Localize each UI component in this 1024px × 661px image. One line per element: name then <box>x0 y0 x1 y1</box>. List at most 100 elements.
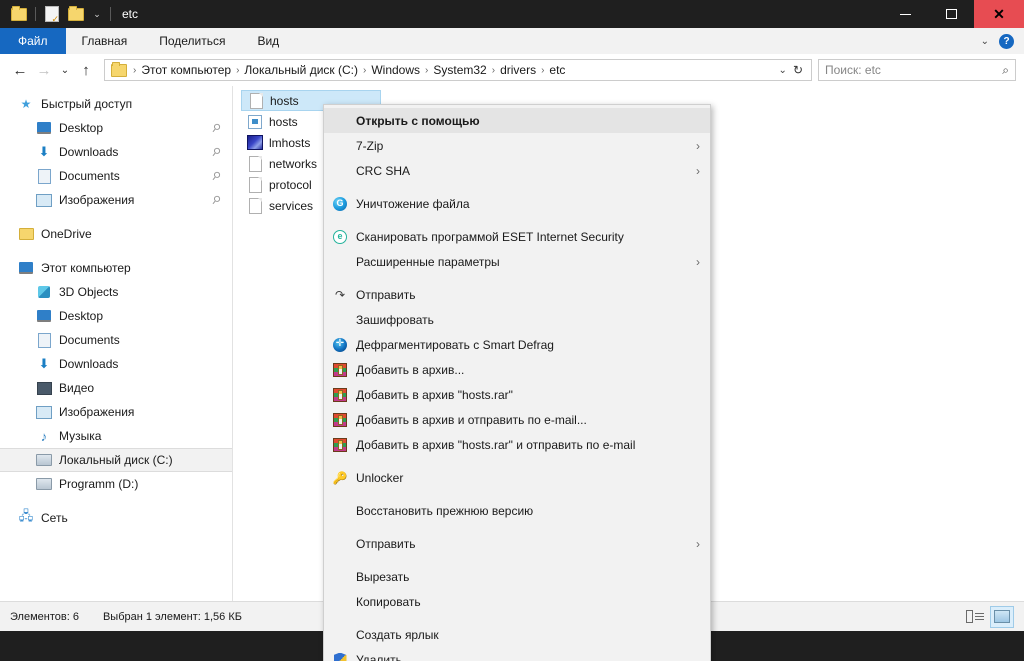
document-icon <box>36 168 52 184</box>
menu-item-restore-previous-version[interactable]: Восстановить прежнюю версию <box>324 498 710 523</box>
monitor-icon <box>36 308 52 324</box>
sidebar-item-downloads-qa[interactable]: ⬇ Downloads ⚲ <box>0 140 232 164</box>
sam-file-icon <box>247 135 263 151</box>
menu-item-add-to-archive-named[interactable]: Добавить в архив "hosts.rar" <box>324 382 710 407</box>
sidebar-item-documents[interactable]: Documents <box>0 328 232 352</box>
tab-view[interactable]: Вид <box>241 28 295 54</box>
view-mode-buttons <box>964 605 1014 628</box>
search-box[interactable]: Поиск: etc ⌕ <box>818 59 1016 81</box>
menu-item-eset-scan[interactable]: e Сканировать программой ESET Internet S… <box>324 224 710 249</box>
defrag-icon <box>330 337 350 352</box>
menu-item-label: 7-Zip <box>356 138 384 153</box>
menu-item-cut[interactable]: Вырезать <box>324 564 710 589</box>
sidebar-item-network[interactable]: 🖧 Сеть <box>0 506 232 530</box>
toolbar-divider-2 <box>110 7 111 21</box>
menu-separator <box>324 216 710 224</box>
menu-item-label: Открыть с помощью <box>356 113 480 128</box>
menu-item-copy[interactable]: Копировать <box>324 589 710 614</box>
title-bar: ⌄ etc ✕ <box>0 0 1024 28</box>
menu-item-unlocker[interactable]: 🔑 Unlocker <box>324 465 710 490</box>
menu-separator <box>324 614 710 622</box>
expand-ribbon-icon[interactable]: ⌄ <box>981 36 989 47</box>
tab-share[interactable]: Поделиться <box>143 28 241 54</box>
breadcrumb-item-0[interactable]: Этот компьютер <box>138 63 234 77</box>
drive-icon <box>36 476 52 492</box>
breadcrumb[interactable]: › Этот компьютер › Локальный диск (C:) ›… <box>104 59 812 81</box>
sidebar-item-pictures[interactable]: Изображения <box>0 400 232 424</box>
forward-button[interactable]: → <box>32 58 56 82</box>
maximize-button[interactable] <box>928 0 974 28</box>
help-icon[interactable]: ? <box>999 33 1014 49</box>
sidebar-item-pictures-qa[interactable]: Изображения ⚲ <box>0 188 232 212</box>
pin-icon[interactable]: ⚲ <box>209 168 224 183</box>
menu-item-send-top[interactable]: ↷ Отправить <box>324 282 710 307</box>
sidebar-item-desktop[interactable]: Desktop <box>0 304 232 328</box>
menu-item-create-shortcut[interactable]: Создать ярлык <box>324 622 710 647</box>
close-button[interactable]: ✕ <box>974 0 1024 28</box>
pin-icon[interactable]: ⚲ <box>209 192 224 207</box>
plain-file-icon <box>247 197 263 214</box>
sidebar-item-label: Изображения <box>59 193 135 207</box>
search-input[interactable]: Поиск: etc <box>825 63 1002 77</box>
3d-objects-icon <box>36 284 52 300</box>
folder-icon[interactable] <box>65 3 87 25</box>
breadcrumb-item-4[interactable]: drivers <box>497 63 539 77</box>
sidebar-item-documents-qa[interactable]: Documents ⚲ <box>0 164 232 188</box>
refresh-icon[interactable]: ↻ <box>793 63 807 77</box>
menu-item-advanced-options[interactable]: Расширенные параметры › <box>324 249 710 274</box>
sidebar-item-video[interactable]: Видео <box>0 376 232 400</box>
folder-new-icon[interactable] <box>8 3 30 25</box>
sidebar-item-label: Documents <box>59 333 120 347</box>
sidebar-item-downloads[interactable]: ⬇ Downloads <box>0 352 232 376</box>
pin-icon[interactable]: ⚲ <box>209 144 224 159</box>
sidebar-item-music[interactable]: ♪ Музыка <box>0 424 232 448</box>
sidebar-item-label: Сеть <box>41 511 68 525</box>
breadcrumb-separator-1: › <box>236 64 240 76</box>
sidebar-item-3d-objects[interactable]: 3D Objects <box>0 280 232 304</box>
tab-home[interactable]: Главная <box>66 28 144 54</box>
menu-item-file-shredder[interactable]: G Уничтожение файла <box>324 191 710 216</box>
menu-item-delete[interactable]: Удалить <box>324 647 710 661</box>
details-view-button[interactable] <box>964 607 986 627</box>
up-button[interactable]: ↑ <box>74 58 98 82</box>
sidebar-item-label: Programm (D:) <box>59 477 139 491</box>
sidebar-item-this-pc[interactable]: Этот компьютер <box>0 256 232 280</box>
video-icon <box>36 380 52 396</box>
menu-item-7zip[interactable]: 7-Zip › <box>324 133 710 158</box>
menu-item-open-with[interactable]: Открыть с помощью <box>324 108 710 133</box>
chevron-down-icon[interactable]: ⌄ <box>89 9 105 20</box>
recent-locations-button[interactable]: ⌄ <box>56 58 74 82</box>
breadcrumb-item-5[interactable]: etc <box>546 63 568 77</box>
sidebar-item-label: Desktop <box>59 309 104 323</box>
menu-separator <box>324 490 710 498</box>
pin-icon[interactable]: ⚲ <box>209 120 224 135</box>
details-view-icon <box>966 610 984 623</box>
menu-item-add-to-archive-named-email[interactable]: Добавить в архив "hosts.rar" и отправить… <box>324 432 710 457</box>
breadcrumb-dropdown-icon[interactable]: ⌄ <box>773 65 793 76</box>
tab-file[interactable]: Файл <box>0 28 66 54</box>
sidebar-item-desktop-qa[interactable]: Desktop ⚲ <box>0 116 232 140</box>
sidebar-item-label: Изображения <box>59 405 135 419</box>
properties-icon[interactable] <box>41 3 63 25</box>
sidebar-item-onedrive[interactable]: OneDrive <box>0 222 232 246</box>
eset-icon: e <box>330 229 350 244</box>
winrar-icon <box>330 387 350 402</box>
menu-item-crc-sha[interactable]: CRC SHA › <box>324 158 710 183</box>
menu-item-smart-defrag[interactable]: Дефрагментировать с Smart Defrag <box>324 332 710 357</box>
sidebar-item-quick-access[interactable]: ★ Быстрый доступ <box>0 92 232 116</box>
menu-item-add-to-archive-email[interactable]: Добавить в архив и отправить по e-mail..… <box>324 407 710 432</box>
winrar-icon <box>330 437 350 452</box>
breadcrumb-item-3[interactable]: System32 <box>430 63 489 77</box>
large-icons-view-button[interactable] <box>990 605 1014 628</box>
back-button[interactable]: ← <box>8 58 32 82</box>
breadcrumb-item-2[interactable]: Windows <box>368 63 423 77</box>
breadcrumb-item-1[interactable]: Локальный диск (C:) <box>241 63 361 77</box>
menu-item-encrypt[interactable]: Зашифровать <box>324 307 710 332</box>
menu-item-send-to[interactable]: Отправить › <box>324 531 710 556</box>
sidebar-item-local-disk-c[interactable]: Локальный диск (C:) <box>0 448 232 472</box>
sidebar-item-programm-d[interactable]: Programm (D:) <box>0 472 232 496</box>
menu-separator <box>324 274 710 282</box>
minimize-button[interactable] <box>882 0 928 28</box>
menu-item-add-to-archive[interactable]: Добавить в архив... <box>324 357 710 382</box>
